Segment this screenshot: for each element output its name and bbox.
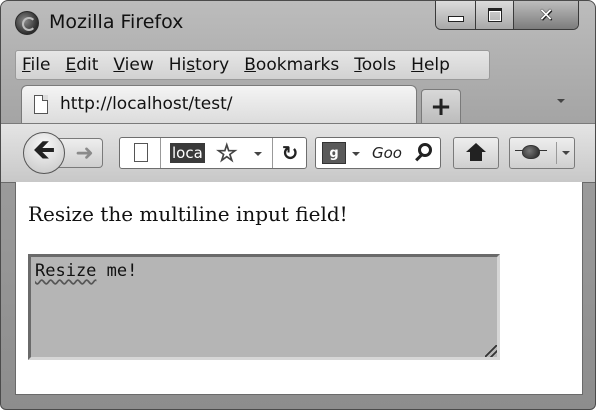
title-bar: Mozilla Firefox ✕: [1, 1, 595, 45]
textarea-value: Resize me!: [35, 261, 138, 281]
menu-bar: File Edit View History Bookmarks Tools H…: [15, 50, 490, 80]
close-icon: ✕: [538, 4, 554, 26]
menu-file[interactable]: File: [22, 55, 50, 75]
navigation-toolbar: ➜ 🡸 loca ☆ ↻ g Goo: [1, 123, 595, 183]
site-identity-page-icon[interactable]: [134, 143, 148, 162]
url-bar[interactable]: loca ☆ ↻: [119, 137, 307, 169]
reload-icon: ↻: [281, 141, 299, 165]
maximize-icon: [487, 8, 502, 22]
menu-tools[interactable]: Tools: [354, 55, 396, 75]
menu-bookmarks[interactable]: Bookmarks: [244, 55, 339, 75]
addon-separator: [556, 142, 557, 164]
search-input[interactable]: Goo: [372, 144, 402, 162]
reload-button[interactable]: ↻: [272, 138, 307, 168]
page-heading: Resize the multiline input field!: [28, 202, 348, 226]
tab-strip: http://localhost/test/ +: [1, 83, 595, 123]
close-button[interactable]: ✕: [514, 1, 578, 29]
star-icon[interactable]: ☆: [216, 139, 238, 168]
home-icon: [466, 143, 486, 152]
tab-list-chevron-down-icon[interactable]: [557, 99, 565, 103]
forward-arrow-icon: ➜: [75, 140, 94, 166]
multiline-textarea[interactable]: Resize me!: [28, 254, 500, 360]
misspelled-word: Resize: [35, 261, 97, 281]
url-input[interactable]: loca: [170, 143, 205, 163]
back-button[interactable]: 🡸: [23, 132, 65, 174]
browser-window: Mozilla Firefox ✕ File Edit View History…: [0, 0, 596, 410]
tab-localhost-test[interactable]: http://localhost/test/: [21, 85, 417, 123]
home-button[interactable]: [453, 137, 499, 169]
bug-icon: [515, 145, 547, 159]
page-icon: [34, 95, 48, 114]
search-engine-chevron-down-icon[interactable]: [352, 152, 360, 156]
menu-view[interactable]: View: [113, 55, 153, 75]
home-icon-body: [470, 152, 482, 161]
new-tab-button[interactable]: +: [421, 89, 461, 123]
url-history-chevron-down-icon[interactable]: [254, 152, 262, 156]
minimize-button[interactable]: [436, 1, 476, 29]
page-content: Resize the multiline input field! Resize…: [15, 182, 583, 395]
resize-grip-icon[interactable]: [485, 345, 497, 357]
window-title: Mozilla Firefox: [49, 11, 184, 33]
maximize-button[interactable]: [476, 1, 514, 29]
magnifier-icon[interactable]: [418, 143, 432, 157]
window-controls: ✕: [435, 1, 579, 30]
search-engine-icon[interactable]: g: [322, 142, 346, 164]
window-bottom-frame: [1, 394, 595, 409]
tab-label: http://localhost/test/: [60, 94, 233, 114]
addon-button[interactable]: [509, 137, 575, 169]
back-arrow-icon: 🡸: [32, 133, 56, 166]
minimize-icon: [447, 16, 464, 22]
menu-edit[interactable]: Edit: [65, 55, 98, 75]
firefox-icon[interactable]: [15, 11, 39, 35]
url-separator: [160, 138, 161, 168]
search-bar[interactable]: g Goo: [315, 137, 441, 169]
addon-chevron-down-icon[interactable]: [562, 151, 570, 155]
menu-history[interactable]: History: [169, 55, 230, 75]
menu-help[interactable]: Help: [411, 55, 450, 75]
